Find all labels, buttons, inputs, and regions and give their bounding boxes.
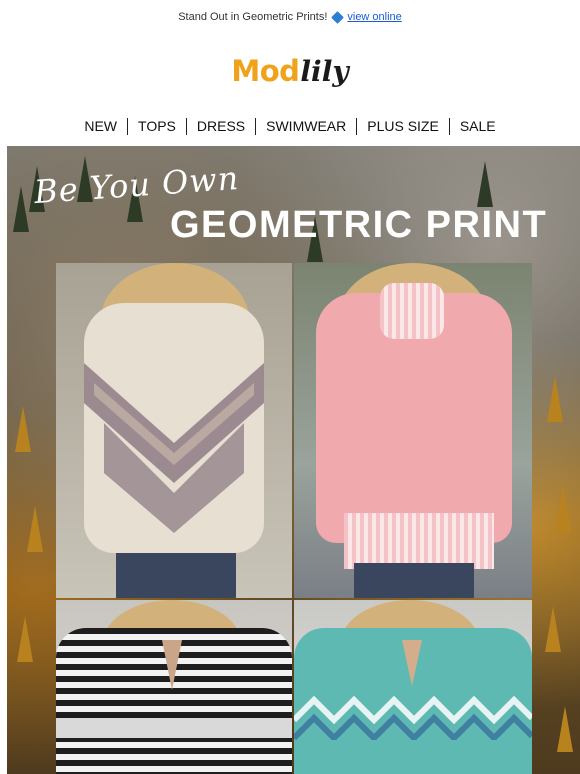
product-image-stripe-zip-top[interactable] (56, 600, 292, 774)
tree-shape (547, 376, 563, 422)
logo-lily: lily (300, 55, 349, 88)
nav-swimwear[interactable]: SWIMWEAR (256, 118, 356, 134)
product-image-teal-geometric-top[interactable] (294, 600, 532, 774)
tree-shape (13, 186, 29, 232)
tree-shape (477, 161, 493, 207)
blue-diamond-icon (331, 10, 345, 24)
preheader: Stand Out in Geometric Prints! view onli… (0, 0, 580, 34)
grey-stripe-band (56, 718, 292, 738)
tree-shape (17, 616, 33, 662)
logo-area: Mod lily (0, 34, 580, 108)
nav-dress[interactable]: DRESS (187, 118, 255, 134)
view-online-link[interactable]: view online (347, 11, 401, 23)
chevron-print-pattern (294, 695, 532, 740)
tree-shape (15, 406, 31, 452)
nav-plus-size[interactable]: PLUS SIZE (357, 118, 449, 134)
hero-main-heading: GEOMETRIC PRINT (170, 204, 548, 246)
striped-cowl-collar (380, 283, 444, 339)
tree-shape (545, 606, 561, 652)
main-nav: NEW TOPS DRESS SWIMWEAR PLUS SIZE SALE (0, 108, 580, 144)
product-image-beige-geometric-top[interactable] (56, 263, 292, 598)
preheader-text: Stand Out in Geometric Prints! (178, 11, 328, 23)
jeans (116, 553, 236, 598)
jeans (354, 563, 474, 598)
geometric-print-pattern (84, 363, 264, 533)
logo-mod: Mod (231, 54, 300, 88)
nav-tops[interactable]: TOPS (128, 118, 186, 134)
nav-new[interactable]: NEW (74, 118, 127, 134)
nav-sale[interactable]: SALE (450, 118, 506, 134)
product-image-pink-cowl-top[interactable] (294, 263, 532, 598)
tree-shape (27, 506, 43, 552)
striped-hem (344, 513, 494, 569)
tree-shape (557, 706, 573, 752)
tree-shape (555, 486, 571, 532)
modlily-logo[interactable]: Mod lily (231, 54, 348, 88)
